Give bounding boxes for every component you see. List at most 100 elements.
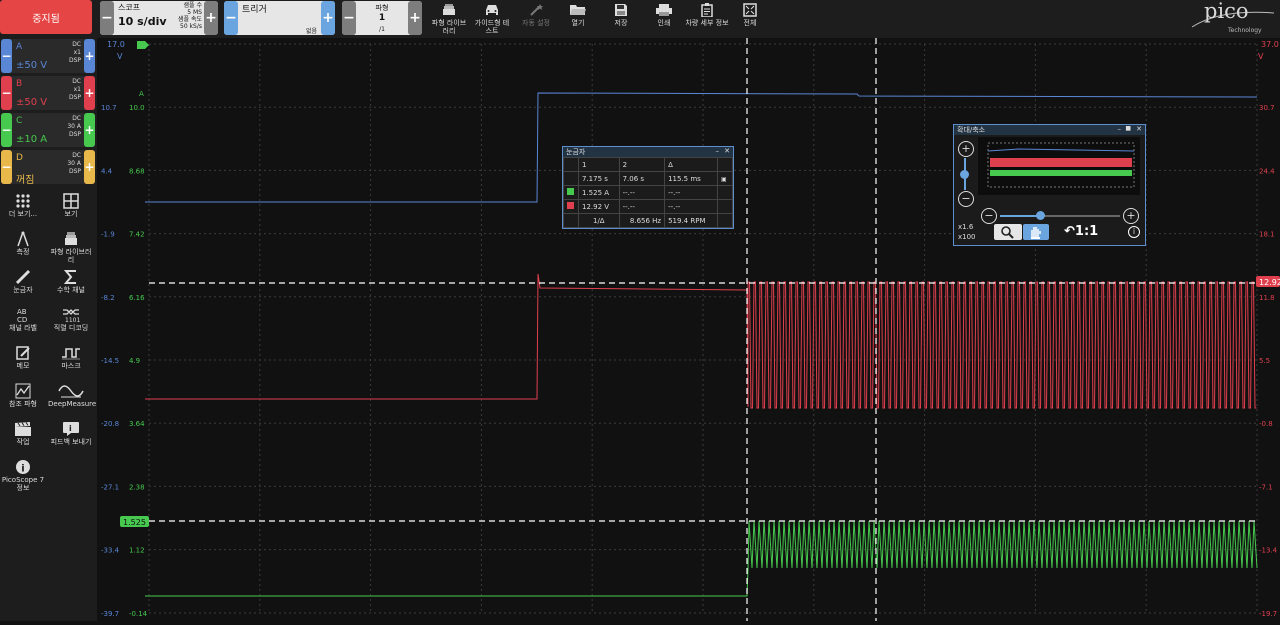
masks-button[interactable]: 마스크	[48, 345, 94, 370]
lock-icon[interactable]: ▣	[717, 171, 733, 186]
maximize-icon[interactable]: ■	[1125, 124, 1131, 134]
samples-info[interactable]: 샘플 수 5 MS 샘플 속도 50 kS/s	[170, 2, 202, 30]
ruler-b-value-1: 12.92 V	[578, 199, 620, 214]
rulers-panel-titlebar[interactable]: 눈금자 – ✕	[563, 147, 733, 157]
notes-button[interactable]: 메모	[0, 345, 46, 370]
deepmeasure-button[interactable]: DeepMeasure	[48, 383, 96, 408]
send-feedback-button[interactable]: i 피드백 보내기	[48, 421, 94, 446]
axis-c-tick-label: 8.68	[129, 167, 145, 175]
channel-d-range[interactable]: 꺼짐	[16, 171, 34, 186]
minimize-icon[interactable]: –	[1118, 124, 1122, 134]
close-icon[interactable]: ✕	[724, 146, 730, 156]
waveform-number[interactable]: 1	[366, 13, 398, 23]
axis-b-top-label: 37.0	[1261, 40, 1279, 49]
rulers-panel[interactable]: 눈금자 – ✕ 1 2 Δ 7.175 s 7.06 s 115.5 ms ▣ …	[562, 146, 734, 229]
axis-right-ticks: 30.7 24.4 18.1 11.8 5.5 -0.8 -7.1 -13.4 -19.7	[1259, 104, 1278, 618]
timebase-value[interactable]: 10 s/div	[118, 15, 167, 28]
channel-b-panel[interactable]: − B ±50 V DC x1 DSP +	[1, 76, 95, 110]
pan-tool-button[interactable]	[1023, 224, 1049, 240]
channel-a-range[interactable]: ±50 V	[16, 60, 47, 71]
measurements-label: 측정	[16, 248, 30, 256]
toolbar-vehicle-details-button[interactable]: 차량 세부 정보	[684, 0, 730, 38]
toolbar-save-button[interactable]: 저장	[603, 0, 639, 38]
toolbar-open-button[interactable]: 열기	[560, 0, 596, 38]
trigger-minus-button[interactable]: −	[224, 1, 238, 35]
y-zoom-out-button[interactable]: −	[958, 191, 974, 207]
table-cell	[563, 213, 579, 228]
channel-c-panel[interactable]: − C ±10 A DC 30 A DSP +	[1, 113, 95, 147]
trigger-group: − 트리거 없음 +	[224, 1, 335, 35]
toolbar-guided-test-button[interactable]: 가이드형 테스트	[472, 0, 512, 38]
channel-b-plus-button[interactable]: +	[84, 76, 95, 110]
trigger-mode[interactable]: 없음	[306, 26, 317, 35]
more-button[interactable]: 더 보기...	[0, 193, 46, 218]
x-zoom-in-button[interactable]: +	[1123, 208, 1139, 224]
logo-text: pico	[1204, 0, 1249, 23]
channel-a-coupling: DC	[72, 41, 81, 48]
channel-c-plus-button[interactable]: +	[84, 113, 95, 147]
serial-decoding-button[interactable]: 1101 직렬 디코딩	[48, 307, 94, 332]
axis-a-tick-label: -39.7	[101, 610, 119, 618]
info-icon[interactable]: i	[1128, 226, 1140, 238]
zoom-reset-button[interactable]: ↶1:1	[1064, 224, 1098, 239]
waveform-next-button[interactable]: +	[408, 1, 422, 35]
channel-d-config: DC 30 A DSP	[67, 152, 81, 176]
channel-a-panel[interactable]: − A ±50 V DC x1 DSP +	[1, 39, 95, 73]
reference-waveforms-button[interactable]: 참조 파형	[0, 383, 46, 408]
waveform-label: 파형	[375, 4, 389, 12]
channel-b-config: DC x1 DSP	[69, 78, 81, 102]
y-zoom-thumb[interactable]	[960, 170, 969, 179]
timebase-minus-button[interactable]: −	[100, 1, 114, 35]
pico-logo: pico Technology	[1190, 0, 1276, 35]
channel-a-minus-button[interactable]: −	[1, 39, 12, 73]
x-zoom-thumb[interactable]	[1036, 211, 1045, 220]
waveform-prev-button[interactable]: −	[342, 1, 356, 35]
channel-c-minus-button[interactable]: −	[1, 113, 12, 147]
zoom-overview[interactable]	[978, 137, 1140, 195]
library-icon	[65, 232, 77, 245]
toolbar-save-label: 저장	[614, 19, 628, 27]
toolbar-print-button[interactable]: 인쇄	[646, 0, 682, 38]
channel-d-letter: D	[16, 153, 23, 163]
channel-labels-button[interactable]: AB CD 채널 라벨	[0, 307, 46, 332]
minimize-icon[interactable]: –	[716, 146, 720, 156]
scope-view[interactable]: 17.0 V A 37.0 V 10.7 4.4 -1.9 -8.2 -14.5 -20.…	[97, 38, 1280, 621]
actions-button[interactable]: 작업	[0, 421, 46, 446]
toolbar-library-button[interactable]: 파형 라이브러리	[430, 0, 468, 38]
timebase-plus-button[interactable]: +	[204, 1, 218, 35]
channel-c-range[interactable]: ±10 A	[16, 134, 47, 145]
zoom-panel-titlebar[interactable]: 확대/축소 – ■ ✕	[954, 125, 1145, 135]
channel-c-probe: 30 A	[67, 123, 81, 130]
measurements-button[interactable]: 측정	[0, 231, 46, 256]
channel-d-minus-button[interactable]: −	[1, 150, 12, 184]
toolbar-fullscreen-button[interactable]: 전체	[734, 0, 766, 38]
rulers-button[interactable]: 눈금자	[0, 269, 46, 294]
y-zoom-in-button[interactable]: +	[958, 141, 974, 157]
channel-c-offset-handle[interactable]	[137, 41, 149, 49]
view-button[interactable]: 보기	[48, 193, 94, 218]
toolbar-autosetup-button[interactable]: 자동 설정	[518, 0, 554, 38]
channel-d-probe: 30 A	[67, 160, 81, 167]
zoom-tool-button[interactable]	[994, 224, 1022, 240]
about-button[interactable]: i PicoScope 7 정보	[0, 459, 46, 492]
trigger-plus-button[interactable]: +	[321, 1, 335, 35]
sidebar-library-button[interactable]: 파형 라이브러리	[48, 231, 94, 264]
more-label: 더 보기...	[8, 210, 38, 218]
stop-start-button[interactable]: 중지됨	[0, 0, 92, 34]
table-row: 1/Δ 8.656 Hz 519.4 RPM	[563, 213, 733, 228]
send-feedback-label: 피드백 보내기	[50, 438, 92, 446]
close-icon[interactable]: ✕	[1136, 124, 1142, 134]
math-channels-button[interactable]: 수학 채널	[48, 269, 94, 294]
axis-a-tick-label: -1.9	[101, 231, 115, 239]
channel-b-minus-button[interactable]: −	[1, 76, 12, 110]
axis-c-unit: A	[139, 90, 144, 98]
channel-a-plus-button[interactable]: +	[84, 39, 95, 73]
channel-d-plus-button[interactable]: +	[84, 150, 95, 184]
zoom-panel[interactable]: 확대/축소 – ■ ✕ + − − + x1.6 x100 ↶1:1 i	[953, 124, 1146, 246]
table-row: 7.175 s 7.06 s 115.5 ms ▣	[563, 171, 733, 186]
x-zoom-out-button[interactable]: −	[981, 208, 997, 224]
channel-d-panel[interactable]: − D 꺼짐 DC 30 A DSP +	[1, 150, 95, 186]
axis-a-unit: V	[117, 52, 123, 61]
channel-b-range[interactable]: ±50 V	[16, 97, 47, 108]
ruler-freq-label: 1/Δ	[578, 213, 620, 228]
